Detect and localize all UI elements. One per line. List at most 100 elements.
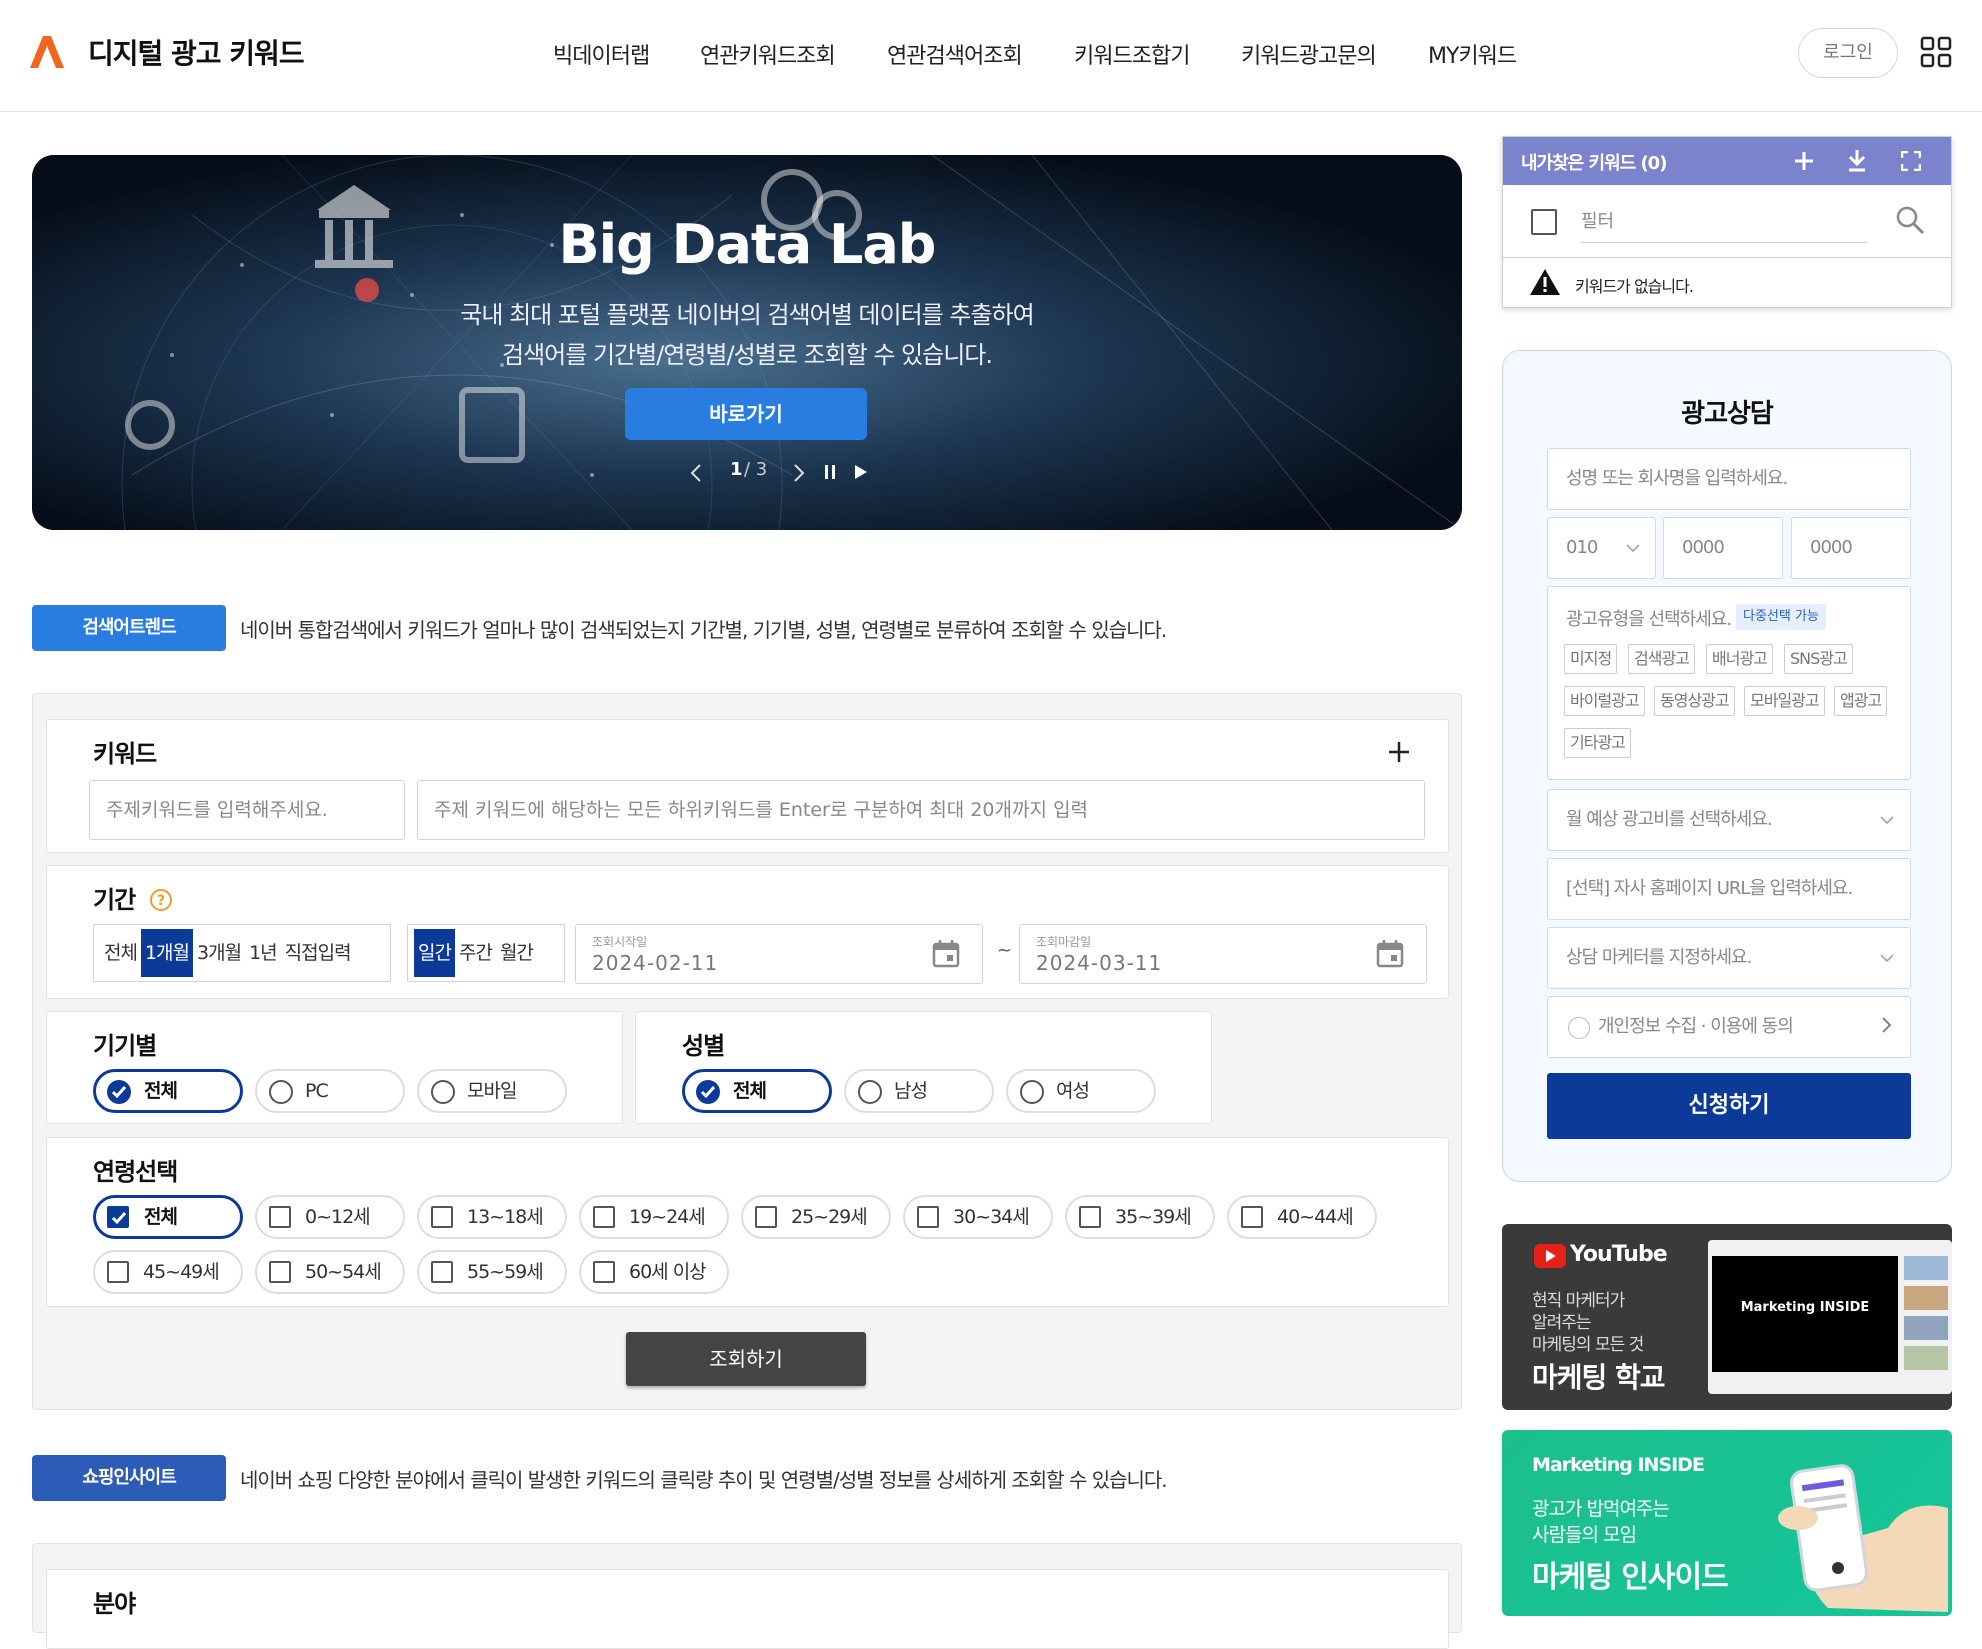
age-option-40-44[interactable]: 40~44세	[1227, 1195, 1377, 1239]
period-card: 기간 ? 전체 1개월 3개월 1년 직접입력 일간 주간 월간 조회시작일 2…	[46, 865, 1449, 999]
start-date-field[interactable]: 조회시작일 2024-02-11	[575, 924, 983, 984]
query-button[interactable]: 조회하기	[626, 1332, 866, 1386]
unit-monthly[interactable]: 월간	[496, 929, 537, 977]
gender-female-option[interactable]: 여성	[1006, 1069, 1156, 1113]
sub-keyword-input[interactable]: 주제 키워드에 해당하는 모든 하위키워드를 Enter로 구분하여 최대 20…	[417, 780, 1425, 840]
gender-all-option[interactable]: 전체	[682, 1069, 832, 1113]
age-option-13-18[interactable]: 13~18세	[417, 1195, 567, 1239]
nav-related-keyword[interactable]: 연관키워드조회	[700, 38, 836, 70]
privacy-consent[interactable]: 개인정보 수집 · 이용에 동의	[1547, 996, 1911, 1058]
age-option-55-59[interactable]: 55~59세	[417, 1250, 567, 1294]
topic-keyword-input[interactable]: 주제키워드를 입력해주세요.	[89, 780, 405, 840]
age-option-25-29[interactable]: 25~29세	[741, 1195, 891, 1239]
range-all[interactable]: 전체	[100, 929, 141, 977]
checkbox-icon	[755, 1206, 777, 1228]
age-option-all[interactable]: 전체	[93, 1195, 243, 1239]
search-trend-description: 네이버 통합검색에서 키워드가 얼마나 많이 검색되었는지 기간별, 기기별, …	[240, 618, 1167, 642]
hero-go-button[interactable]: 바로가기	[625, 388, 867, 440]
device-pc-option[interactable]: PC	[255, 1069, 405, 1113]
nav-keyword-combiner[interactable]: 키워드조합기	[1074, 38, 1190, 70]
site-brand[interactable]: 디지털 광고 키워드	[88, 32, 305, 72]
age-label: 13~18세	[467, 1206, 544, 1228]
hero-description-line1: 국내 최대 포털 플랫폼 네이버의 검색어별 데이터를 추출하여	[460, 301, 1034, 329]
grid-menu-icon[interactable]	[1920, 36, 1952, 68]
checkbox-icon	[269, 1206, 291, 1228]
my-keywords-title: 내가찾은 키워드 (0)	[1521, 153, 1667, 174]
ad-type-mobile[interactable]: 모바일광고	[1744, 686, 1825, 716]
download-icon[interactable]	[1846, 149, 1868, 173]
range-3month[interactable]: 3개월	[193, 929, 245, 977]
chevron-down-icon	[1626, 544, 1640, 553]
device-all-option[interactable]: 전체	[93, 1069, 243, 1113]
age-option-45-49[interactable]: 45~49세	[93, 1250, 243, 1294]
phone-prefix-select[interactable]: 010	[1547, 517, 1656, 579]
ad-type-other[interactable]: 기타광고	[1564, 728, 1631, 758]
age-option-50-54[interactable]: 50~54세	[255, 1250, 405, 1294]
unit-daily[interactable]: 일간	[414, 929, 455, 977]
range-1month[interactable]: 1개월	[140, 929, 194, 977]
help-icon[interactable]: ?	[149, 888, 173, 912]
chevron-right-icon[interactable]	[1882, 1017, 1892, 1033]
fullscreen-icon[interactable]	[1901, 151, 1921, 171]
range-1year[interactable]: 1년	[245, 929, 281, 977]
shopping-insight-badge[interactable]: 쇼핑인사이트	[32, 1455, 226, 1501]
add-keyword-icon[interactable]	[1387, 740, 1411, 764]
logo-icon[interactable]	[30, 36, 64, 68]
name-input[interactable]: 성명 또는 회사명을 입력하세요.	[1547, 448, 1911, 510]
nav-my-keyword[interactable]: MY키워드	[1428, 38, 1517, 70]
nav-related-search[interactable]: 연관검색어조회	[887, 38, 1023, 70]
my-keywords-panel: 내가찾은 키워드 (0) 필터 키워드가 없습니다.	[1502, 136, 1952, 308]
ad-type-unspecified[interactable]: 미지정	[1564, 644, 1618, 674]
youtube-ad-banner[interactable]: YouTube 현직 마케터가 알려주는 마케팅의 모든 것 마케팅 학교 Ma…	[1502, 1224, 1952, 1410]
calendar-icon[interactable]	[931, 939, 961, 969]
next-slide-icon[interactable]	[792, 463, 806, 483]
age-label: 60세 이상	[629, 1261, 707, 1283]
age-label: 45~49세	[143, 1261, 220, 1283]
radio-checked-icon	[107, 1080, 131, 1104]
play-icon[interactable]	[854, 464, 868, 480]
multi-select-badge: 다중선택 가능	[1736, 604, 1826, 630]
search-icon[interactable]	[1895, 205, 1925, 235]
select-all-checkbox[interactable]	[1531, 209, 1557, 235]
ad-type-search[interactable]: 검색광고	[1628, 644, 1695, 674]
nav-keyword-ad-inquiry[interactable]: 키워드광고문의	[1241, 38, 1377, 70]
range-custom[interactable]: 직접입력	[281, 929, 355, 977]
ad-type-viral[interactable]: 바이럴광고	[1564, 686, 1645, 716]
age-option-19-24[interactable]: 19~24세	[579, 1195, 729, 1239]
search-trend-badge[interactable]: 검색어트렌드	[32, 605, 226, 651]
homepage-url-input[interactable]: [선택] 자사 홈페이지 URL을 입력하세요.	[1547, 858, 1911, 920]
ad-type-app[interactable]: 앱광고	[1834, 686, 1888, 716]
filter-input[interactable]: 필터	[1581, 201, 1867, 243]
hero-description-line2: 검색어를 기간별/연령별/성별로 조회할 수 있습니다.	[502, 341, 993, 369]
apply-button[interactable]: 신청하기	[1547, 1073, 1911, 1139]
budget-select[interactable]: 월 예상 광고비를 선택하세요.	[1547, 789, 1911, 851]
prev-slide-icon[interactable]	[689, 463, 703, 483]
marketer-select[interactable]: 상담 마케터를 지정하세요.	[1547, 927, 1911, 989]
end-date-label: 조회마감일	[1036, 935, 1092, 949]
age-card: 연령선택 전체 0~12세 13~18세 19~24세 25~29세 30~34…	[46, 1137, 1449, 1307]
phone-hand-image	[1778, 1464, 1948, 1612]
phone-middle-input[interactable]: 0000	[1663, 517, 1783, 579]
age-option-35-39[interactable]: 35~39세	[1065, 1195, 1215, 1239]
unit-weekly[interactable]: 주간	[455, 929, 496, 977]
consent-radio-icon[interactable]	[1568, 1017, 1590, 1039]
age-option-30-34[interactable]: 30~34세	[903, 1195, 1053, 1239]
pager-total: / 3	[744, 459, 768, 480]
ad-type-video[interactable]: 동영상광고	[1654, 686, 1735, 716]
pause-icon[interactable]	[824, 464, 836, 480]
age-option-60-plus[interactable]: 60세 이상	[579, 1250, 729, 1294]
svg-text:?: ?	[157, 893, 165, 909]
calendar-icon[interactable]	[1375, 939, 1405, 969]
youtube-brand: YouTube	[1570, 1242, 1668, 1267]
age-option-0-12[interactable]: 0~12세	[255, 1195, 405, 1239]
ad-type-banner[interactable]: 배너광고	[1706, 644, 1773, 674]
ad-type-sns[interactable]: SNS광고	[1784, 644, 1853, 674]
phone-last-input[interactable]: 0000	[1791, 517, 1911, 579]
marketing-inside-ad-banner[interactable]: Marketing INSIDE 광고가 밥먹여주는 사람들의 모임 마케팅 인…	[1502, 1430, 1952, 1616]
nav-bigdatalab[interactable]: 빅데이터랩	[553, 38, 650, 70]
add-icon[interactable]	[1793, 150, 1815, 172]
gender-male-option[interactable]: 남성	[844, 1069, 994, 1113]
login-button[interactable]: 로그인	[1798, 28, 1898, 78]
device-mobile-option[interactable]: 모바일	[417, 1069, 567, 1113]
end-date-field[interactable]: 조회마감일 2024-03-11	[1019, 924, 1427, 984]
